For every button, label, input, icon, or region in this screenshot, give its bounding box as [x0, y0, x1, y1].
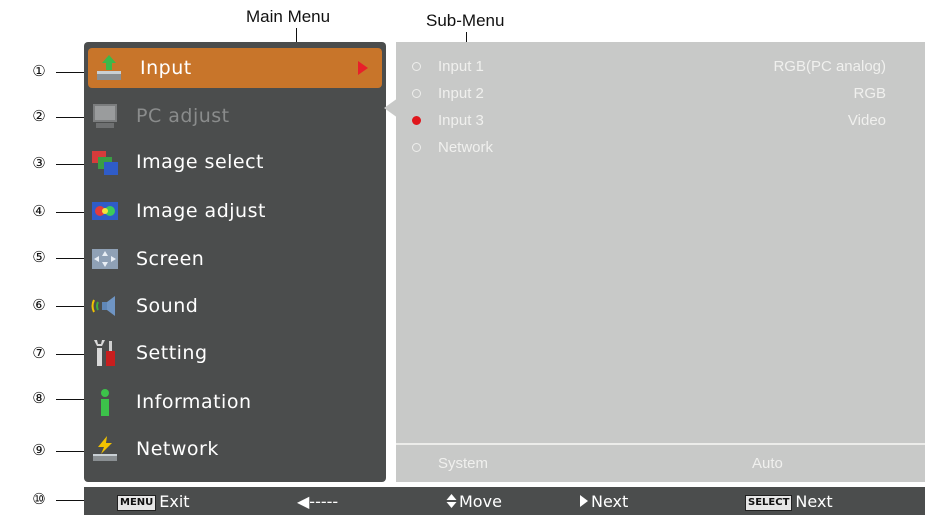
select-next-hint[interactable]: SELECT Next: [745, 492, 833, 511]
menu-item-network[interactable]: Network: [84, 429, 386, 469]
menu-item-pc-adjust[interactable]: PC adjust: [84, 96, 386, 136]
submenu-divider: [396, 443, 925, 445]
network-icon: [90, 434, 120, 464]
exit-hint[interactable]: MENU Exit: [117, 492, 190, 511]
submenu-arrow-icon: [358, 61, 368, 75]
input-icon: [94, 53, 124, 83]
submenu-item-value: Video: [847, 112, 886, 129]
menu-item-label: Sound: [136, 295, 199, 317]
radio-unselected-icon: [412, 62, 421, 71]
submenu-item-name: Input 3: [438, 112, 484, 129]
menu-item-screen[interactable]: Screen: [84, 239, 386, 279]
submenu-item-name: Input 1: [438, 58, 484, 75]
menu-item-input[interactable]: Input: [88, 48, 382, 88]
callout-number-3: ③: [32, 154, 46, 172]
radio-selected-icon: [412, 116, 421, 125]
menu-item-setting[interactable]: Setting: [84, 333, 386, 373]
screen-icon: [90, 244, 120, 274]
submenu-item-input-3[interactable]: Input 3 Video: [396, 110, 896, 132]
menu-item-image-adjust[interactable]: Image adjust: [84, 191, 386, 231]
menu-item-label: PC adjust: [136, 105, 230, 127]
menu-item-sound[interactable]: Sound: [84, 286, 386, 326]
main-menu-label: Main Menu: [246, 7, 331, 26]
submenu-item-value: RGB: [853, 85, 886, 102]
submenu-item-input-2[interactable]: Input 2 RGB: [396, 83, 896, 105]
menu-item-image-select[interactable]: Image select: [84, 142, 386, 182]
sub-menu-label: Sub-Menu: [426, 11, 505, 30]
callout-number-5: ⑤: [32, 248, 46, 266]
menu-item-information[interactable]: Information: [84, 382, 386, 422]
callout-number-1: ①: [32, 62, 46, 80]
select-key-icon: SELECT: [745, 495, 793, 511]
callout-number-6: ⑥: [32, 296, 46, 314]
menu-item-label: Setting: [136, 342, 208, 364]
next-hint: Next: [580, 492, 628, 511]
menu-item-label: Information: [136, 391, 252, 413]
callout-number-8: ⑧: [32, 389, 46, 407]
info-icon: [90, 387, 120, 417]
move-label: Move: [459, 492, 502, 511]
up-down-arrow-icon: [446, 494, 457, 508]
callout-number-2: ②: [32, 107, 46, 125]
speaker-icon: [90, 291, 120, 321]
image-adjust-icon: [90, 196, 120, 226]
menu-item-label: Image select: [136, 151, 264, 173]
image-select-icon: [90, 147, 120, 177]
submenu-item-network[interactable]: Network: [396, 137, 896, 159]
monitor-icon: [90, 101, 120, 131]
callout-number-4: ④: [32, 202, 46, 220]
menu-item-label: Network: [136, 438, 219, 460]
next-label: Next: [591, 492, 629, 511]
submenu-item-value: RGB(PC analog): [773, 58, 886, 75]
move-hint: Move: [446, 492, 502, 511]
sub-menu-panel: Input 1 RGB(PC analog) Input 2 RGB Input 3 Vi…: [384, 42, 925, 482]
submenu-item-input-1[interactable]: Input 1 RGB(PC analog): [396, 56, 896, 78]
select-next-label: Next: [795, 492, 833, 511]
exit-label: Exit: [159, 492, 190, 511]
callout-number-9: ⑨: [32, 441, 46, 459]
menu-item-label: Image adjust: [136, 200, 266, 222]
system-value: Auto: [752, 455, 783, 472]
menu-item-label: Screen: [136, 248, 205, 270]
submenu-item-name: Network: [438, 139, 494, 156]
menu-key-icon: MENU: [117, 495, 157, 511]
status-bar: MENU Exit ◀----- Move Next SELECT Next: [84, 487, 925, 515]
submenu-item-name: Input 2: [438, 85, 484, 102]
wrench-screwdriver-icon: [90, 338, 120, 368]
system-label: System: [438, 455, 489, 472]
callout-number-10: ⑩: [32, 490, 46, 508]
back-hint: ◀-----: [297, 492, 339, 511]
right-arrow-icon: [580, 495, 588, 507]
radio-unselected-icon: [412, 89, 421, 98]
radio-unselected-icon: [412, 143, 421, 152]
system-row[interactable]: System Auto: [396, 452, 925, 476]
callout-number-7: ⑦: [32, 344, 46, 362]
main-menu: Input PC adjust Image select Image adjust Sc…: [84, 42, 386, 482]
menu-item-label: Input: [140, 57, 192, 79]
